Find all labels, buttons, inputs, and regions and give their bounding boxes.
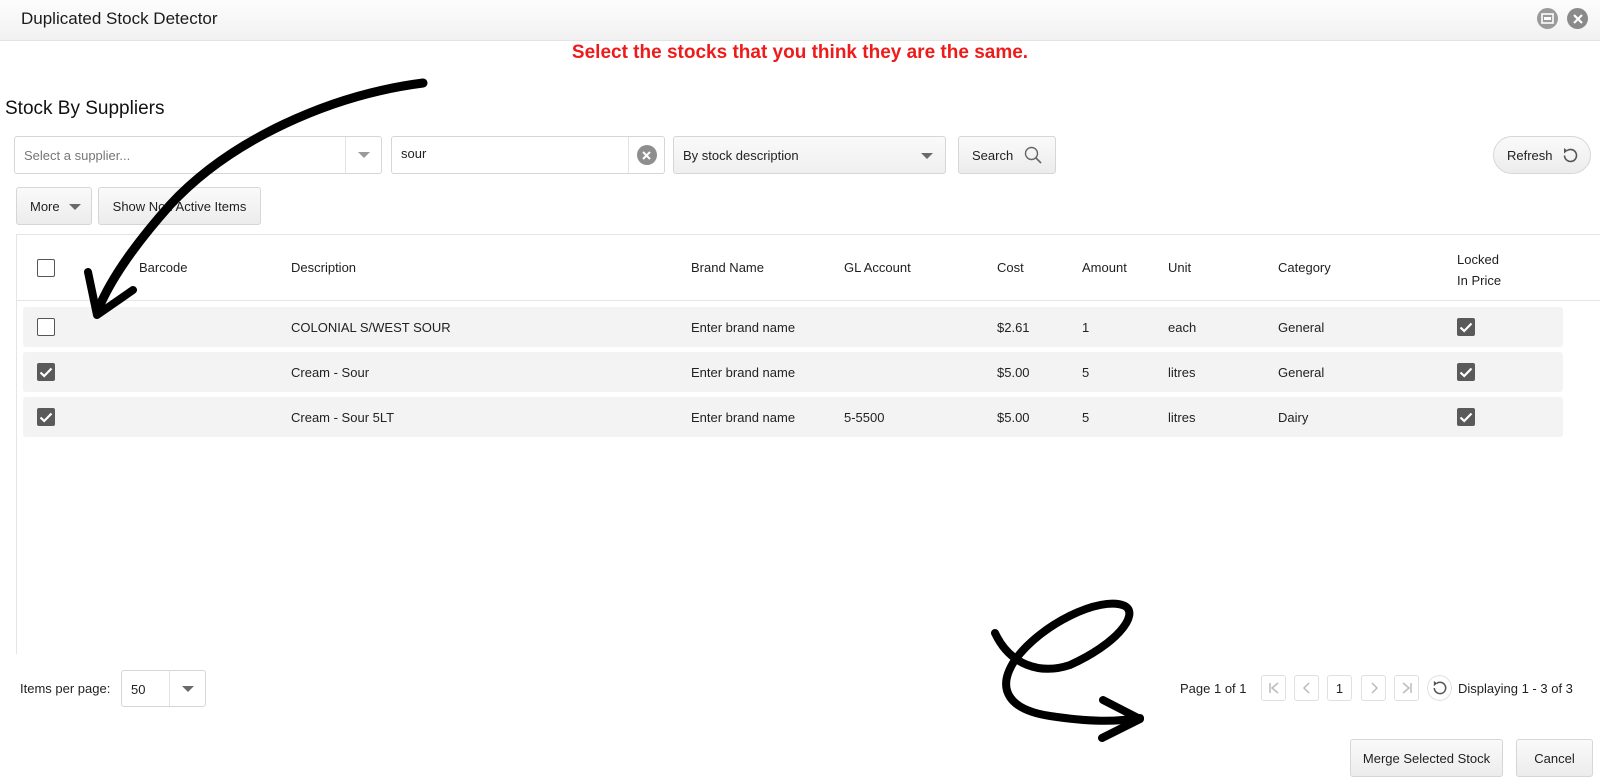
supplier-dropdown-trigger[interactable] [345, 137, 381, 173]
window-title: Duplicated Stock Detector [21, 9, 218, 28]
clear-search-button[interactable] [628, 137, 664, 173]
page-info: Page 1 of 1 [1180, 681, 1247, 696]
merge-selected-stock-button[interactable]: Merge Selected Stock [1350, 739, 1503, 777]
cell-brand[interactable]: Enter brand name [691, 320, 795, 335]
cell-description: Cream - Sour 5LT [291, 410, 395, 425]
window-titlebar: Duplicated Stock Detector [0, 0, 1600, 41]
maximize-icon[interactable] [1537, 8, 1558, 29]
refresh-button[interactable]: Refresh [1493, 136, 1591, 174]
search-button[interactable]: Search [958, 136, 1056, 174]
merge-button-label: Merge Selected Stock [1362, 750, 1491, 766]
prev-page-button[interactable] [1294, 675, 1319, 701]
search-input[interactable] [401, 146, 621, 161]
last-page-button[interactable] [1394, 675, 1419, 701]
cell-brand[interactable]: Enter brand name [691, 365, 795, 380]
chevron-down-icon [69, 204, 81, 210]
show-non-active-label: Show Non Active Items [112, 198, 247, 214]
next-page-icon [1370, 682, 1378, 694]
cell-amount: 5 [1082, 365, 1090, 380]
search-icon [1024, 146, 1042, 167]
locked-header-line1: Locked [1457, 252, 1499, 267]
cell-cost: $5.00 [997, 410, 1030, 425]
next-page-button[interactable] [1361, 675, 1386, 701]
column-header-cost[interactable]: Cost [997, 260, 1024, 275]
displaying-count: Displaying 1 - 3 of 3 [1458, 681, 1573, 696]
chevron-down-icon [181, 685, 194, 692]
table-row[interactable]: Cream - Sour 5LT Enter brand name 5-5500 $5… [23, 397, 1563, 437]
cell-category: Dairy [1278, 410, 1309, 425]
row-select-checkbox[interactable] [37, 408, 55, 426]
cell-amount: 5 [1082, 410, 1090, 425]
cell-unit: litres [1168, 410, 1196, 425]
supplier-select[interactable]: Select a supplier... [14, 136, 382, 174]
show-non-active-button[interactable]: Show Non Active Items [98, 187, 261, 225]
row-select-checkbox[interactable] [37, 318, 55, 336]
grid-header: Barcode Description Brand Name GL Accoun… [17, 235, 1600, 301]
table-row[interactable]: COLONIAL S/WEST SOUR Enter brand name $2.6… [23, 307, 1563, 347]
column-header-gl-account[interactable]: GL Account [844, 260, 911, 275]
column-header-locked-in-price[interactable]: Locked In Price [1457, 249, 1501, 291]
more-button[interactable]: More [16, 187, 92, 225]
cell-amount: 1 [1082, 320, 1090, 335]
reload-page-button[interactable] [1427, 675, 1452, 701]
row-select-checkbox[interactable] [37, 363, 55, 381]
more-button-label: More [30, 198, 60, 214]
items-per-page-trigger[interactable] [169, 671, 205, 706]
section-title: Stock By Suppliers [5, 98, 165, 119]
select-all-checkbox[interactable] [37, 259, 55, 277]
locked-header-line2: In Price [1457, 273, 1502, 288]
supplier-placeholder: Select a supplier... [24, 148, 131, 163]
cell-unit: litres [1168, 365, 1196, 380]
column-header-amount[interactable]: Amount [1082, 260, 1127, 275]
search-button-label: Search [972, 147, 1014, 163]
current-page-button[interactable]: 1 [1327, 675, 1352, 701]
search-field[interactable] [391, 136, 665, 174]
column-header-unit[interactable]: Unit [1168, 260, 1191, 275]
table-row[interactable]: Cream - Sour Enter brand name $5.00 5 litres… [23, 352, 1563, 392]
last-page-icon [1402, 682, 1412, 694]
column-header-category[interactable]: Category [1278, 260, 1331, 275]
locked-in-price-checkbox[interactable] [1457, 318, 1475, 336]
locked-in-price-checkbox[interactable] [1457, 408, 1475, 426]
clear-icon [636, 145, 657, 165]
column-header-brand[interactable]: Brand Name [691, 260, 764, 275]
search-mode-value: By stock description [683, 148, 799, 163]
column-header-barcode[interactable]: Barcode [139, 260, 187, 275]
cell-description: Cream - Sour [291, 365, 370, 380]
first-page-button[interactable] [1261, 675, 1286, 701]
cell-category: General [1278, 365, 1325, 380]
instruction-text: Select the stocks that you think they ar… [571, 42, 1029, 63]
stock-grid: Barcode Description Brand Name GL Accoun… [16, 234, 1600, 654]
search-mode-select[interactable]: By stock description [673, 136, 946, 174]
cell-gl: 5-5500 [844, 410, 885, 425]
refresh-button-label: Refresh [1507, 147, 1553, 163]
cell-category: General [1278, 320, 1325, 335]
cell-brand[interactable]: Enter brand name [691, 410, 795, 425]
close-icon[interactable] [1567, 8, 1588, 29]
cancel-button-label: Cancel [1534, 750, 1575, 766]
locked-in-price-checkbox[interactable] [1457, 363, 1475, 381]
items-per-page-value: 50 [131, 682, 146, 697]
cell-cost: $2.61 [997, 320, 1030, 335]
items-per-page-label: Items per page: [20, 681, 111, 696]
chevron-down-icon [357, 152, 370, 158]
refresh-icon [1561, 146, 1580, 168]
chevron-down-icon [921, 153, 933, 159]
items-per-page-select[interactable]: 50 [121, 670, 206, 707]
cell-cost: $5.00 [997, 365, 1030, 380]
cell-description: COLONIAL S/WEST SOUR [291, 320, 451, 335]
first-page-icon [1268, 682, 1278, 694]
refresh-icon [1433, 680, 1446, 695]
column-header-description[interactable]: Description [291, 260, 356, 275]
annotation-arrowhead-bottom [1098, 696, 1144, 742]
prev-page-icon [1302, 682, 1310, 694]
cancel-button[interactable]: Cancel [1516, 739, 1593, 777]
cell-unit: each [1168, 320, 1197, 335]
